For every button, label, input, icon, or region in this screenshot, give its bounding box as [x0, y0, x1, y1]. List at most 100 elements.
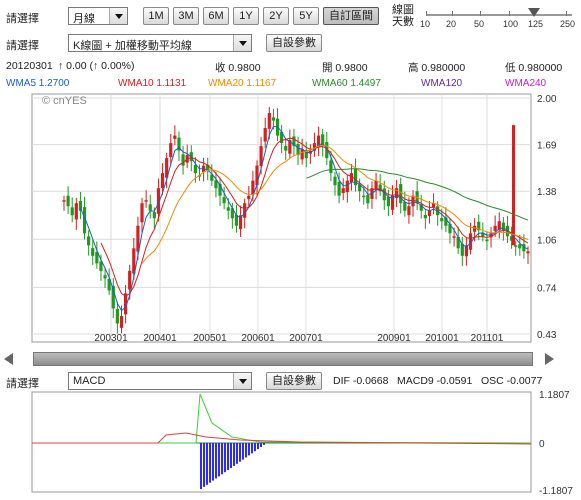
period-select[interactable]: 月線 — [68, 7, 128, 25]
y-tick-label: 2.00 — [537, 94, 557, 105]
candle-body — [485, 239, 489, 242]
range-button-3[interactable]: 1Y — [233, 7, 259, 25]
candle-body — [91, 248, 95, 256]
slider-handle[interactable] — [528, 8, 540, 17]
x-tick-label: 200301 — [94, 333, 128, 344]
candle-body — [341, 188, 345, 194]
candle-body — [526, 251, 530, 254]
macd-osc: OSC -0.0077 — [481, 375, 543, 387]
x-tick-label: 200401 — [143, 333, 177, 344]
candle-body — [399, 184, 403, 204]
slider-tick-mark — [509, 11, 510, 16]
slider-label: 線圖 天數 — [392, 4, 414, 28]
macd-hist-bar — [236, 443, 238, 464]
quote-high: 高 0.980000 — [408, 62, 466, 74]
candle-body — [152, 212, 156, 219]
scroll-right-icon[interactable] — [545, 353, 554, 365]
slider-tick-label: 250 — [560, 19, 576, 29]
candle-body — [267, 113, 271, 129]
slider-tick-label: 125 — [528, 19, 544, 29]
macd-hist-bar — [221, 443, 223, 475]
candle-body — [333, 176, 337, 186]
macd-hist-bar — [239, 443, 241, 462]
macd-hist-bar — [218, 443, 220, 477]
indicator-select-value: K線圖 + 加權移動平均線 — [73, 40, 192, 52]
scrollbar-thumb[interactable] — [33, 352, 533, 366]
slider-tick-mark — [426, 11, 427, 16]
candle-body — [427, 210, 432, 217]
quote-low: 低 0.980000 — [505, 62, 563, 74]
range-button-2[interactable]: 6M — [203, 7, 229, 25]
candle-body — [300, 149, 304, 160]
candle-body — [243, 203, 247, 218]
candle-body — [70, 207, 74, 216]
range-button-1[interactable]: 3M — [173, 7, 199, 25]
period-select-value: 月線 — [73, 13, 95, 25]
legend-item: WMA20 1.1167 — [208, 78, 277, 89]
scroll-left-icon[interactable] — [4, 353, 13, 365]
candle-body — [128, 270, 132, 290]
quote-open: 開 0.9800 — [322, 62, 368, 74]
macd-hist-bar — [227, 443, 229, 471]
macd-hist-bar — [245, 443, 247, 458]
macd-macd9: MACD9 -0.0591 — [397, 375, 473, 387]
candle-body — [386, 197, 390, 207]
y-tick-label: 1.06 — [537, 235, 557, 246]
candle-body — [226, 207, 230, 211]
candle-body — [337, 181, 341, 196]
settings-button[interactable]: 自設參數 — [266, 34, 322, 52]
candle-body — [87, 236, 91, 246]
quote-change: ↑ 0.00 (↑ 0.00%) — [58, 60, 135, 72]
macd-select-value: MACD — [73, 375, 106, 387]
chevron-down-icon — [109, 8, 127, 24]
candle-body — [284, 145, 288, 151]
candle-body — [144, 200, 148, 202]
watermark: © cnYES — [42, 95, 87, 107]
slider-tick-label: 20 — [446, 19, 457, 29]
chevron-down-icon — [233, 35, 251, 51]
macd-y-tick-label: -1.1807 — [539, 486, 573, 497]
candle-body — [103, 275, 107, 279]
candle-body — [115, 308, 119, 324]
macd-chart: 1.1807 0 -1.1807 — [31, 390, 573, 497]
candle-body — [173, 135, 177, 139]
candle-body — [518, 244, 522, 249]
range-button-5[interactable]: 5Y — [293, 7, 319, 25]
candle-body — [74, 203, 78, 220]
slider-tick-mark — [480, 11, 481, 16]
candle-body — [452, 236, 456, 238]
candle-body — [62, 200, 66, 202]
candle-body — [345, 180, 349, 193]
candle-body — [271, 117, 276, 121]
slider-tick-mark — [452, 11, 453, 16]
candle-body — [263, 128, 267, 142]
candle-body — [160, 173, 165, 189]
macd-hist-bar — [206, 443, 208, 485]
macd-hist-bar — [230, 443, 232, 468]
candle-body — [193, 164, 197, 174]
price-chart: 2.00 1.69 1.38 1.06 0.74 0.43 200301 200401 2005… — [31, 93, 557, 344]
candle-body — [66, 195, 70, 207]
macd-y-tick-label: 1.1807 — [539, 390, 570, 401]
y-tick-label: 1.69 — [537, 141, 557, 152]
slider-tick-label: 100 — [503, 19, 519, 29]
indicator-select[interactable]: K線圖 + 加權移動平均線 — [68, 34, 252, 52]
macd-hist-bar — [209, 443, 211, 483]
range-button-6[interactable]: 自訂區間 — [323, 7, 379, 25]
candle-body — [473, 225, 477, 232]
x-tick-label: 200501 — [193, 333, 227, 344]
macd-hist-bar — [248, 443, 250, 456]
candle-body — [423, 214, 427, 219]
x-tick-label: 200701 — [289, 333, 323, 344]
y-tick-label: 1.38 — [537, 187, 557, 198]
range-button-4[interactable]: 2Y — [263, 7, 289, 25]
range-button-0[interactable]: 1M — [143, 7, 169, 25]
x-tick-label: 200601 — [241, 333, 275, 344]
slider-label-line1: 線圖 — [392, 4, 414, 16]
macd-dif: DIF -0.0668 — [333, 375, 389, 387]
y-tick-label: 0.74 — [537, 283, 557, 294]
candle-body — [222, 197, 226, 204]
macd-hist-bar — [263, 443, 265, 445]
quote-close: 收 0.9800 — [215, 62, 261, 74]
macd-hist-bar — [215, 443, 217, 479]
